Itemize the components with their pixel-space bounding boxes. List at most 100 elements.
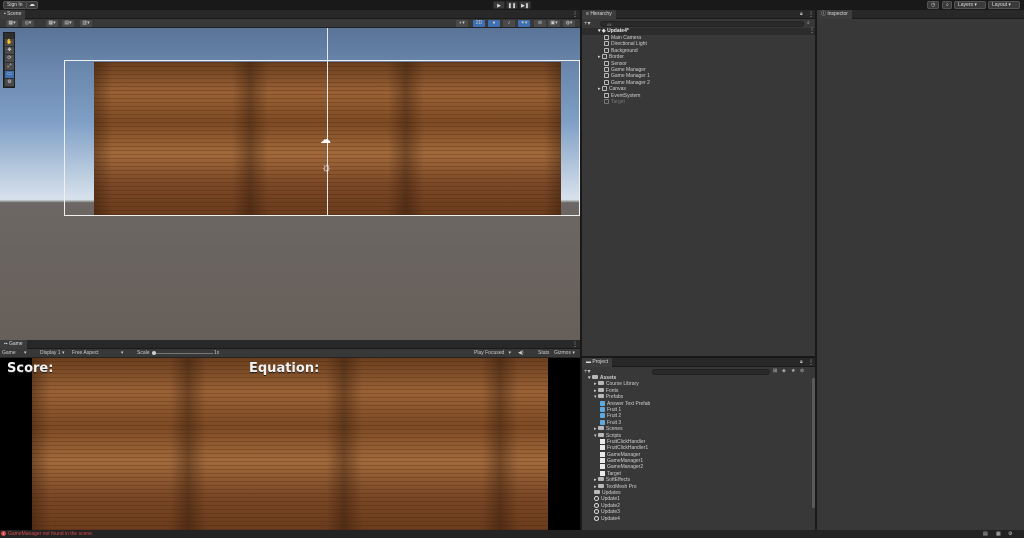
scene-row[interactable]: ▾ ◈ Update4* ⋮	[582, 28, 815, 35]
project-item-label: Scenes	[605, 426, 623, 433]
hierarchy-item-disabled[interactable]: Target	[604, 98, 650, 105]
hierarchy-search-input[interactable]: All	[600, 21, 804, 27]
layers-dropdown[interactable]: Layers ▾	[954, 1, 986, 9]
gameobject-icon	[601, 86, 607, 92]
rotate-tool-icon[interactable]: ⟳	[5, 55, 14, 62]
project-scrollbar[interactable]	[812, 378, 815, 508]
script-icon	[600, 458, 605, 464]
scene-menu-icon[interactable]: ⋮	[809, 28, 815, 35]
history-icon[interactable]: ◷	[927, 1, 939, 9]
display-dropdown[interactable]: Display 1 ▾	[40, 349, 64, 358]
project-item[interactable]: Update4	[588, 515, 650, 522]
tab-scene[interactable]: ▪ Scene	[0, 10, 26, 19]
gameobject-icon	[604, 60, 609, 66]
filter-label-icon[interactable]: ◈	[782, 368, 786, 374]
stats-button[interactable]: Stats	[538, 349, 549, 358]
project-item-label: FruitClickHandler	[607, 438, 646, 445]
axis-line	[327, 28, 328, 216]
status-message[interactable]: GameManager not found in the scene.	[8, 531, 93, 537]
project-item-label: Updates	[602, 490, 621, 497]
scene-name: ▾ ◈ Update4*	[598, 28, 629, 34]
hidden-packages-icon[interactable]: ⊘	[800, 368, 804, 374]
equation-label: Equation:	[249, 361, 320, 376]
score-label: Score:	[7, 361, 54, 376]
project-search-input[interactable]	[652, 369, 770, 375]
lock-icon[interactable]: 🔒︎	[800, 359, 803, 365]
rect-tool-icon[interactable]: ▭	[5, 71, 14, 78]
prefab-icon	[600, 413, 605, 419]
sign-in-button[interactable]: Sign In	[3, 1, 27, 9]
more-icon[interactable]: ⋮	[808, 359, 814, 366]
more-icon[interactable]: ⋮	[572, 11, 578, 18]
project-item-label: Fruit 1	[607, 406, 622, 413]
scale-tool-icon[interactable]: ⤢	[5, 63, 14, 70]
hierarchy-tabbar: ≡ Hierarchy 🔒︎ ⋮	[582, 10, 815, 19]
camera-icon[interactable]: ▣▾	[548, 20, 560, 27]
snap-icon[interactable]: ▤▾	[62, 20, 74, 27]
prefab-icon	[600, 406, 605, 412]
tab-game[interactable]: ▪▪ Game	[0, 340, 27, 349]
progress-icon[interactable]: ▦	[996, 531, 1001, 537]
search-icon[interactable]: ⌕	[942, 1, 952, 9]
filter-type-icon[interactable]: ⊞	[773, 368, 777, 374]
status-bar	[0, 530, 1024, 538]
folder-icon	[597, 432, 604, 437]
mute-icon[interactable]: ◀)	[518, 349, 524, 358]
transform-tool-icon[interactable]: ▦▾	[6, 20, 18, 27]
scene-viewport[interactable]: ☁ ☼	[0, 28, 580, 340]
aspect-dropdown[interactable]: Free Aspect ▾	[72, 349, 123, 358]
project-item-label: Course Library	[605, 381, 639, 388]
play-button[interactable]: ▶	[493, 1, 505, 9]
layout-dropdown[interactable]: Layout ▾	[988, 1, 1020, 9]
more-icon[interactable]: ⋮	[572, 341, 578, 348]
step-button[interactable]: ▶❚	[519, 1, 531, 9]
custom-tool-icon[interactable]: ⚙	[5, 79, 14, 86]
script-icon	[600, 464, 605, 470]
debug-icon[interactable]: ⚙	[1008, 531, 1012, 537]
effects-icon[interactable]: ✦▾	[518, 20, 530, 27]
scale-slider[interactable]	[153, 353, 213, 354]
search-options-icon[interactable]: ⌕	[807, 20, 810, 26]
increment-icon[interactable]: ▥▾	[80, 20, 92, 27]
game-toolbar: Game ▾ Display 1 ▾ Free Aspect ▾ Scale 1…	[0, 349, 580, 358]
gizmos-dropdown[interactable]: Gizmos ▾	[554, 349, 575, 358]
project-item-label: FruitClickHandler1	[607, 445, 649, 452]
script-icon	[600, 438, 605, 444]
tab-project[interactable]: ▬ Project	[582, 358, 612, 367]
hand-tool-icon[interactable]: ✋	[5, 39, 14, 46]
play-focused-dropdown[interactable]: Play Focused ▾	[474, 349, 511, 358]
project-item-label: TextMesh Pro	[605, 483, 637, 490]
hierarchy-panel: ≡ Hierarchy 🔒︎ ⋮ +▾ All ⌕ ▾ ◈ Update4* ⋮…	[582, 10, 815, 356]
pivot-icon[interactable]: ◎▾	[22, 20, 34, 27]
move-tool-icon[interactable]: ✥	[5, 47, 14, 54]
scene-icon	[594, 515, 599, 521]
2d-toggle[interactable]: 2D	[473, 20, 485, 27]
favorite-icon[interactable]: ★	[791, 368, 795, 374]
hidden-icon[interactable]: ⊘	[534, 20, 546, 27]
console-icon[interactable]: ▤	[983, 531, 988, 537]
gameobject-icon	[604, 35, 609, 40]
add-icon[interactable]: +▾	[584, 368, 591, 375]
light-icon[interactable]: ●	[488, 20, 500, 27]
folder-icon	[597, 394, 604, 399]
tab-inspector[interactable]: ⓘ Inspector	[817, 10, 852, 19]
grid-icon[interactable]: ▦▾	[46, 20, 58, 27]
shading-icon[interactable]: ◐▾	[456, 20, 468, 27]
hierarchy-list: Main Camera Directional Light Background…	[598, 35, 650, 105]
tab-hierarchy[interactable]: ≡ Hierarchy	[582, 10, 616, 19]
more-icon[interactable]: ⋮	[808, 11, 814, 18]
project-item-label: Scripts	[605, 432, 622, 439]
gizmos-icon[interactable]: ◍▾	[563, 20, 575, 27]
audio-icon[interactable]: ♪	[503, 20, 515, 27]
game-mode-dropdown[interactable]: Game ▾	[2, 349, 26, 358]
scale-slider-handle[interactable]	[152, 351, 156, 355]
folder-open-icon	[591, 375, 598, 379]
project-item-label: GameManager1	[607, 458, 644, 465]
scale-value: 1x	[214, 350, 220, 356]
game-viewport[interactable]: Score: Equation:	[0, 358, 580, 530]
add-icon[interactable]: +▾	[584, 20, 591, 27]
pause-button[interactable]: ❚❚	[506, 1, 518, 9]
folder-icon	[597, 387, 604, 392]
cloud-icon[interactable]: ☁	[26, 1, 38, 9]
lock-icon[interactable]: 🔒︎	[800, 11, 803, 17]
